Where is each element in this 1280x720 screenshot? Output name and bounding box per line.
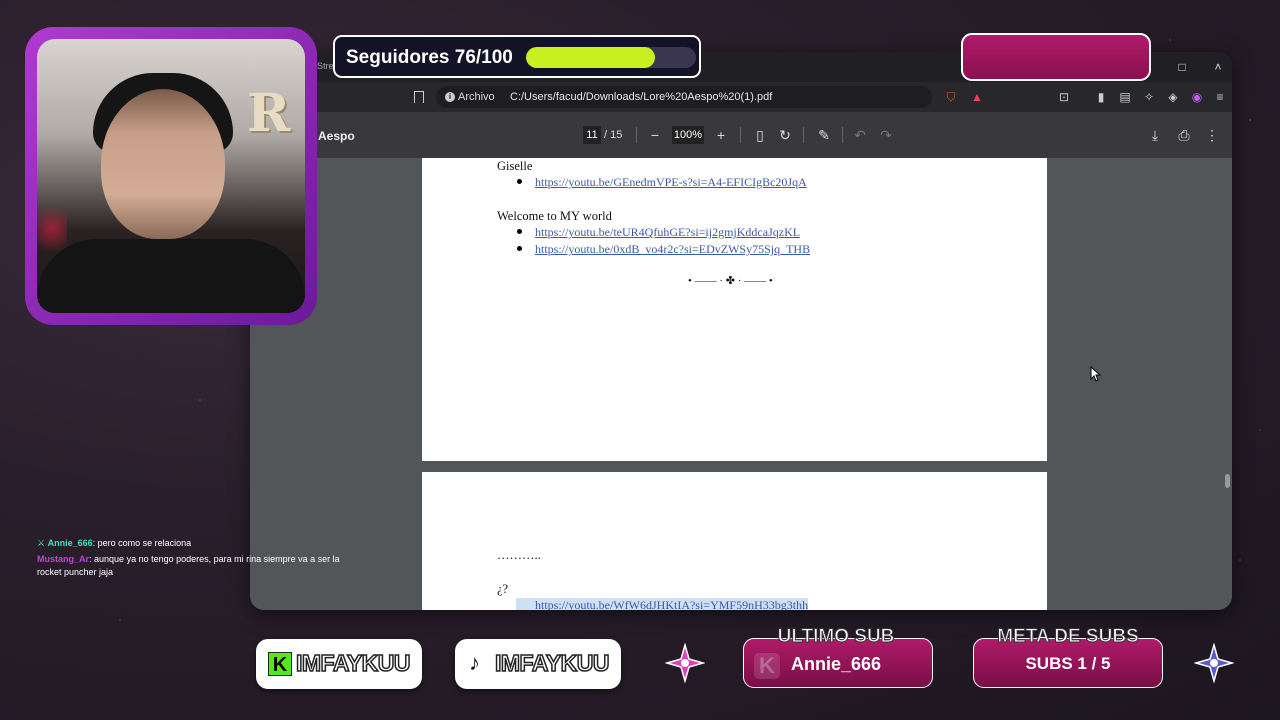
download-icon[interactable]: ⤓ — [1147, 126, 1163, 144]
sub-goal-heading: META DE SUBS — [997, 626, 1139, 648]
pdf-viewer[interactable]: Giselle https://youtu.be/GEnedmVPE-s?si=… — [250, 158, 1232, 610]
scrollbar-thumb[interactable] — [1225, 474, 1230, 488]
kick-logo-icon: K — [268, 652, 292, 676]
chevron-up-icon[interactable]: ˄ — [1211, 60, 1225, 74]
page-total: / 15 — [604, 129, 623, 141]
url-scheme-label: Archivo — [458, 91, 495, 103]
goal-progress-track — [526, 47, 696, 68]
address-bar: i Archivo C:/Users/facud/Downloads/Lore%… — [250, 82, 1232, 112]
goal-progress-fill — [526, 47, 656, 68]
print-icon[interactable]: ⎙ — [1176, 126, 1192, 144]
kick-badge: K IMFAYKUU — [256, 639, 422, 689]
pdf-page: Giselle https://youtu.be/GEnedmVPE-s?si=… — [422, 158, 1047, 461]
chat-overlay: ⚔ Annie_666: pero como se relaciona Must… — [37, 537, 347, 582]
vpn-icon[interactable]: ◈ — [1166, 90, 1180, 104]
pdf-link[interactable]: https://youtu.be/0xdB_vo4r2c?si=EDvZWSy7… — [535, 242, 810, 257]
star-icon — [1194, 643, 1234, 683]
decor-letter: R — [247, 83, 291, 144]
webcam-frame: R — [25, 27, 317, 325]
url-field[interactable]: i Archivo C:/Users/facud/Downloads/Lore%… — [436, 86, 932, 108]
url-text[interactable]: C:/Users/facud/Downloads/Lore%20Aespo%20… — [510, 91, 772, 103]
undo-icon[interactable]: ↶ — [852, 126, 868, 144]
screenshot-icon[interactable]: ⊡ — [1057, 90, 1071, 104]
last-sub-value: Annie_666 — [790, 654, 882, 674]
pdf-link[interactable]: https://youtu.be/teUR4QfuhGE?si=ij2gmjKd… — [535, 225, 800, 240]
browser-window: Stre □ ˄ i Archivo C:/Users/facud/Downlo… — [250, 52, 1232, 610]
pdf-divider: • —— · ✤ · —— • — [688, 275, 773, 287]
pdf-text: ¿? — [497, 582, 509, 596]
annotate-icon[interactable]: ✎ — [816, 126, 832, 144]
streamer-body — [37, 239, 305, 313]
zoom-input[interactable]: 100% — [672, 126, 704, 144]
pdf-toolbar: Aespo 11 / 15 − 100% + ▯ ↻ ✎ ↶ ↷ ⤓ ⎙ ⋮ — [250, 112, 1232, 158]
list-bullet — [517, 229, 522, 234]
pdf-link[interactable]: https://youtu.be/GEnedmVPE-s?si=A4-EFICI… — [535, 175, 807, 190]
menu-icon[interactable]: ≡ — [1213, 90, 1227, 104]
toolbar-divider — [803, 127, 804, 143]
chat-username: Mustang_Ar — [37, 554, 90, 564]
tiktok-handle: IMFAYKUU — [494, 649, 610, 677]
goal-label: Seguidores 76/100 — [346, 47, 513, 68]
maximize-icon[interactable]: □ — [1175, 60, 1189, 74]
extension-icon[interactable]: ◉ — [1190, 90, 1204, 104]
leo-ai-icon[interactable]: ✧ — [1142, 90, 1156, 104]
pdf-text: ……….. — [497, 548, 541, 562]
wallet-icon[interactable]: ▤ — [1118, 90, 1132, 104]
toolbar-divider — [740, 127, 741, 143]
tiktok-badge: ♪ IMFAYKUU — [455, 639, 621, 689]
toolbar-divider — [842, 127, 843, 143]
pdf-title: Aespo — [318, 129, 355, 143]
streamer-face — [101, 89, 225, 239]
zoom-in-button[interactable]: + — [713, 126, 729, 144]
kick-handle: IMFAYKUU — [295, 649, 411, 677]
last-sub-heading: ULTIMO SUB — [777, 626, 895, 648]
fit-page-icon[interactable]: ▯ — [752, 126, 768, 144]
follower-goal: Seguidores 76/100 — [333, 35, 701, 78]
bookmark-icon[interactable] — [414, 91, 424, 103]
tiktok-logo-icon: ♪ — [469, 650, 480, 675]
pdf-heading: Giselle — [497, 159, 533, 173]
pdf-link-selected[interactable]: https://youtu.be/WfW6dJHKtIA?si=YMF59nH3… — [516, 598, 809, 610]
page-number-input[interactable]: 11 — [583, 126, 601, 144]
brave-rewards-icon[interactable]: ▲ — [970, 90, 984, 104]
info-icon[interactable]: i — [445, 92, 455, 102]
pdf-heading: Welcome to MY world — [497, 209, 612, 223]
tab-label[interactable]: Stre — [317, 61, 334, 71]
more-options-icon[interactable]: ⋮ — [1204, 126, 1220, 144]
redo-icon[interactable]: ↷ — [878, 126, 894, 144]
mouse-cursor-icon — [1090, 366, 1102, 382]
list-bullet — [517, 246, 522, 251]
list-bullet — [517, 179, 522, 184]
pdf-page: ……….. ¿? https://youtu.be/WfW6dJHKtIA?si… — [422, 472, 1047, 610]
sidebar-icon[interactable]: ▮ — [1094, 90, 1108, 104]
webcam-feed: R — [37, 39, 305, 313]
alert-box — [961, 33, 1151, 81]
rotate-icon[interactable]: ↻ — [777, 126, 793, 144]
sword-icon: ⚔ — [37, 538, 46, 548]
star-icon — [665, 643, 705, 683]
sub-goal-value: SUBS 1 / 5 — [1025, 654, 1111, 673]
chat-username: Annie_666 — [47, 538, 93, 548]
chat-message: Mustang_Ar: aunque ya no tengo poderes, … — [37, 554, 340, 577]
chat-text: pero como se relaciona — [97, 538, 192, 548]
chat-message: ⚔ Annie_666: pero como se relaciona — [37, 538, 192, 548]
toolbar-divider — [636, 127, 637, 143]
zoom-out-button[interactable]: − — [647, 126, 663, 144]
brave-shield-icon[interactable]: ⛉ — [944, 90, 958, 104]
